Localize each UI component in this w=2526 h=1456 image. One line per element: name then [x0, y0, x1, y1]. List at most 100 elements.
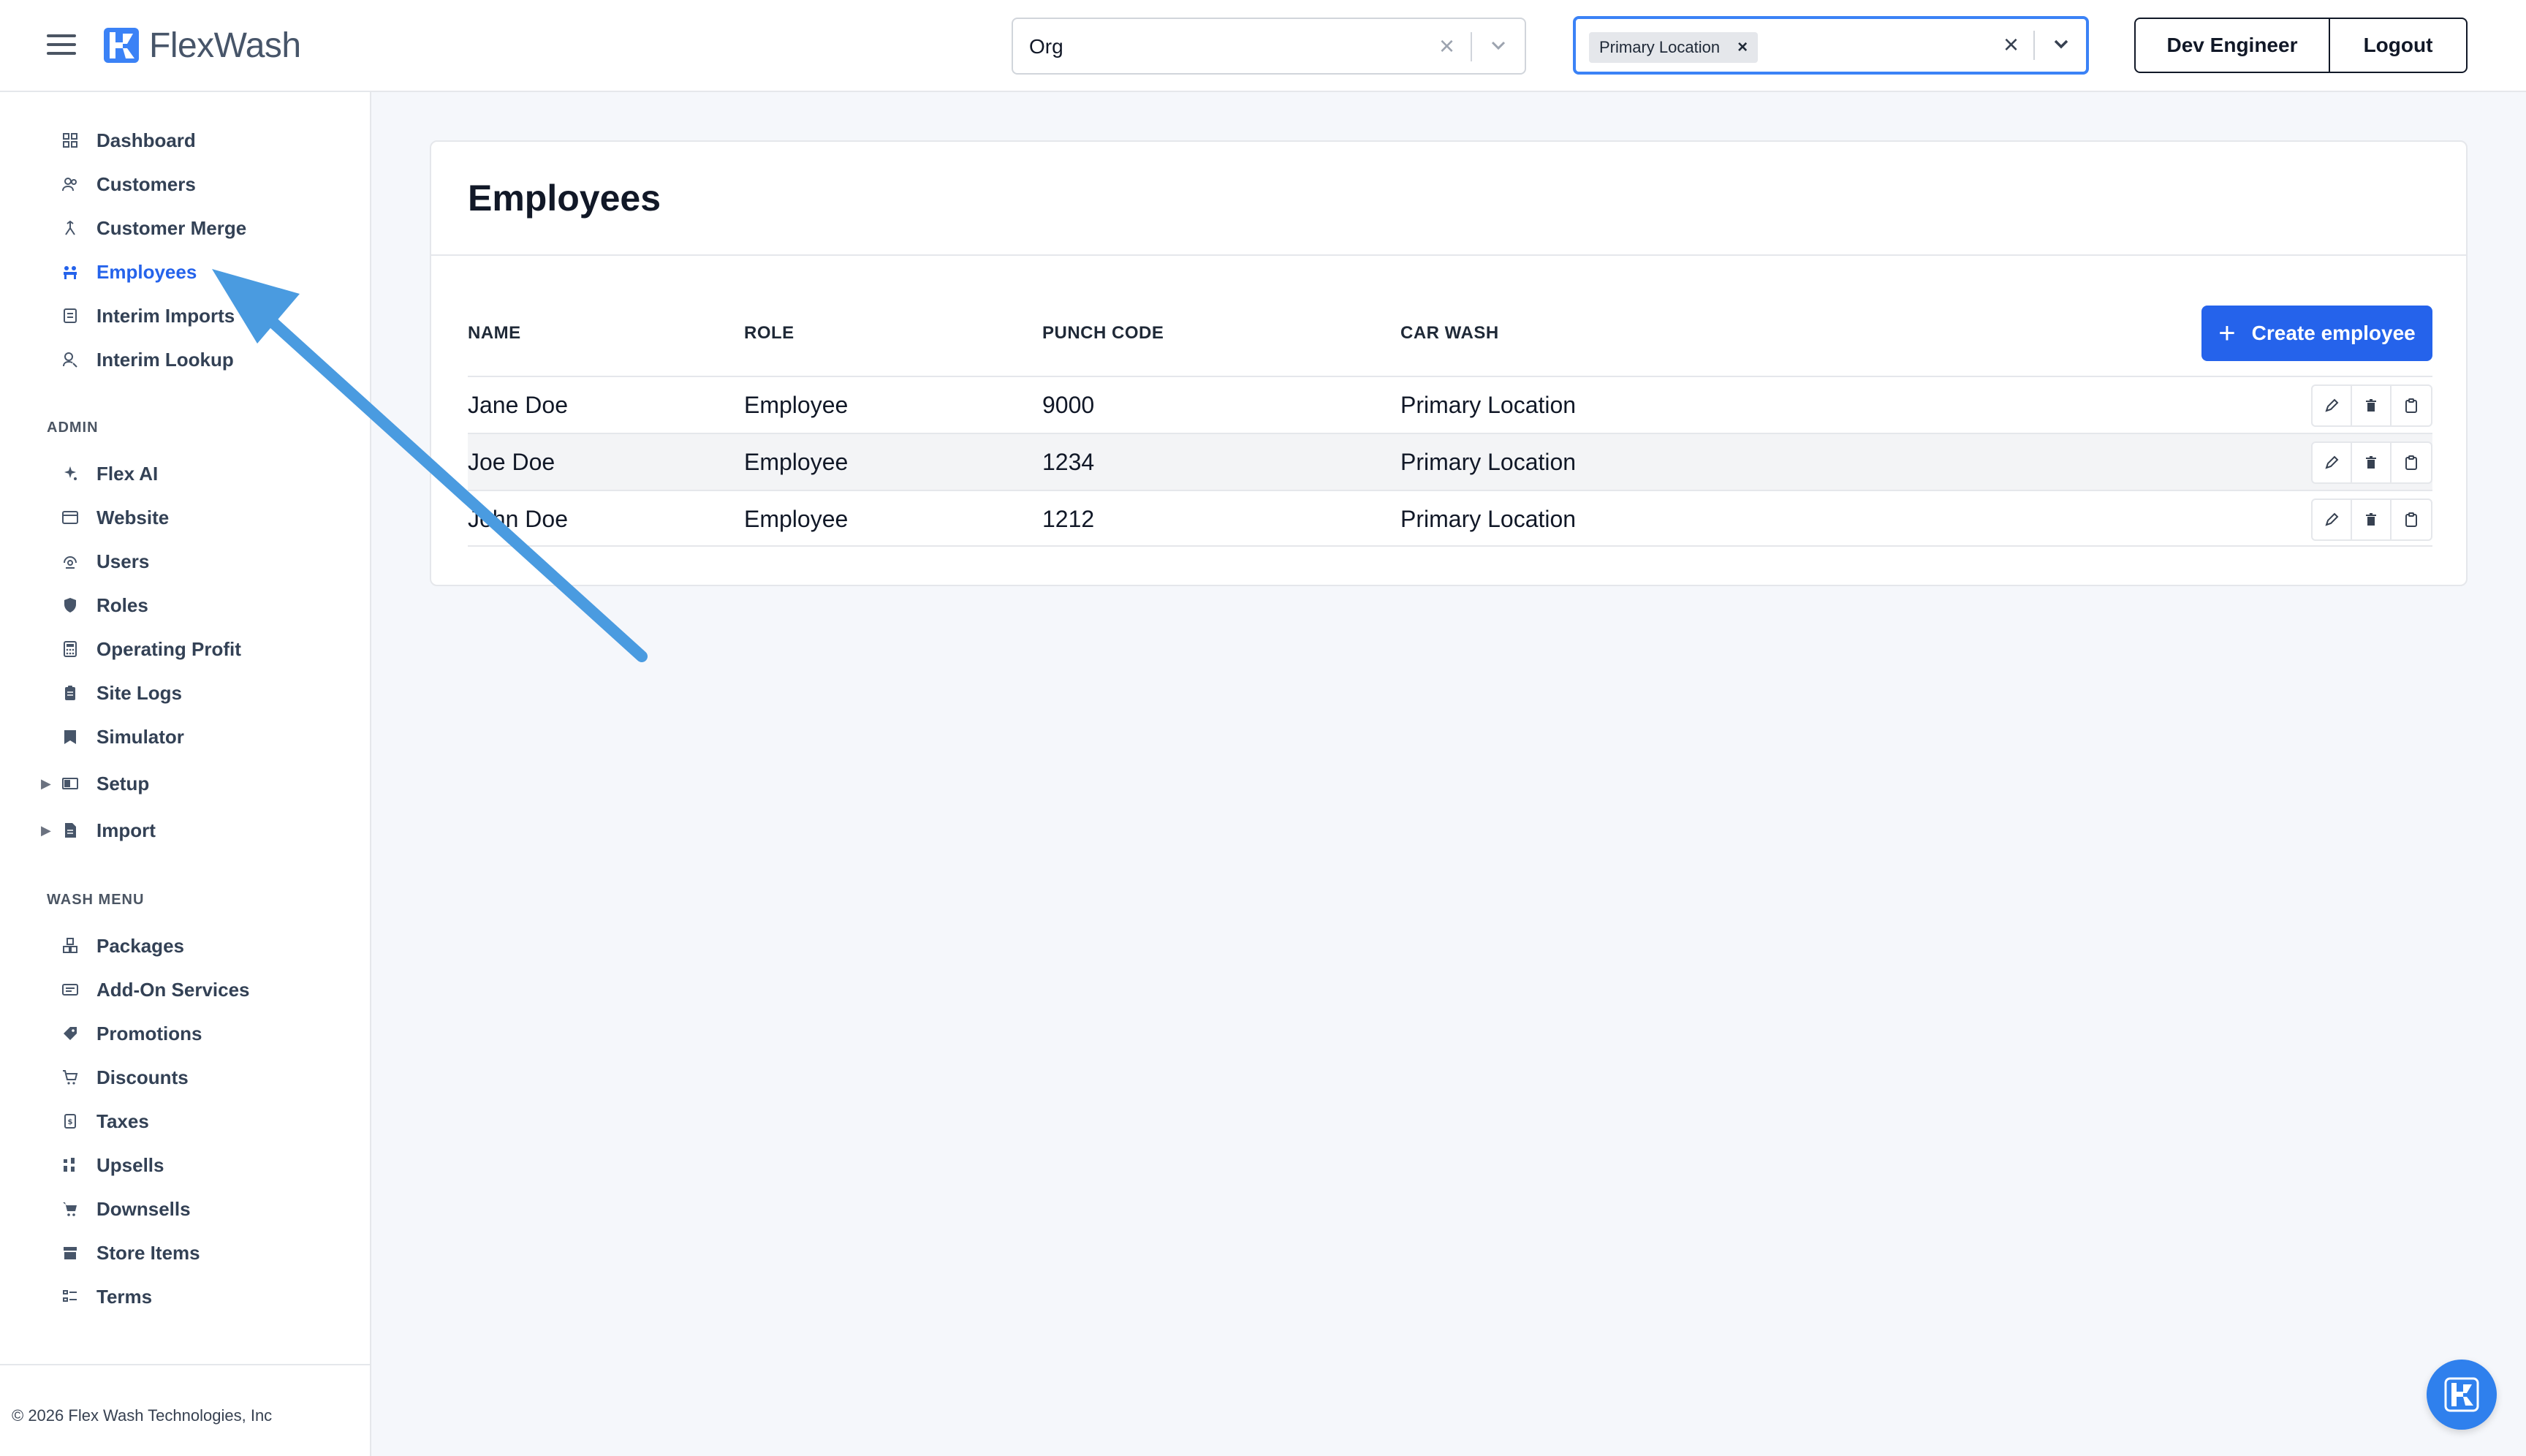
sidebar-item-upsells[interactable]: Upsells: [58, 1148, 164, 1183]
discount-icon: [58, 1066, 82, 1089]
table-row[interactable]: John Doe Employee 1212 Primary Location: [468, 490, 2432, 547]
sidebar-item-employees[interactable]: Employees: [58, 254, 197, 289]
brand-logo[interactable]: FlexWash: [102, 25, 301, 66]
sidebar-item-label: Simulator: [96, 725, 184, 748]
location-chip-remove-icon[interactable]: ×: [1737, 32, 1748, 63]
sidebar-item-label: Flex AI: [96, 462, 159, 485]
copy-button[interactable]: [2392, 386, 2431, 425]
lookup-icon: [58, 348, 82, 371]
plus-icon: +: [2218, 317, 2236, 349]
packages-icon: [58, 934, 82, 958]
cell-car-wash: Primary Location: [1400, 392, 1577, 418]
column-header-role[interactable]: ROLE: [744, 323, 794, 344]
column-header-name[interactable]: NAME: [468, 323, 521, 344]
sidebar: Dashboard Customers Customer Merge Emplo…: [0, 92, 371, 1456]
location-clear-icon[interactable]: ×: [2003, 29, 2019, 60]
caret-right-icon[interactable]: ▶: [41, 776, 51, 792]
sidebar-item-terms[interactable]: Terms: [58, 1279, 152, 1314]
sidebar-item-operating-profit[interactable]: Operating Profit: [58, 632, 241, 667]
sidebar-item-roles[interactable]: Roles: [58, 588, 148, 623]
caret-right-icon[interactable]: ▶: [41, 823, 51, 838]
pencil-icon: [2325, 398, 2339, 412]
edit-button[interactable]: [2313, 500, 2352, 539]
sidebar-item-label: Downsells: [96, 1197, 191, 1220]
column-header-car-wash[interactable]: CAR WASH: [1400, 323, 1499, 344]
sidebar-item-interim-lookup[interactable]: Interim Lookup: [58, 342, 234, 377]
cell-role: Employee: [744, 392, 849, 418]
trash-icon: [2366, 513, 2376, 526]
sidebar-item-packages[interactable]: Packages: [58, 928, 184, 963]
employees-icon: [58, 260, 82, 284]
sidebar-item-website[interactable]: Website: [58, 500, 169, 535]
sidebar-item-users[interactable]: Users: [58, 544, 149, 579]
trash-icon: [2366, 456, 2376, 469]
page-title: Employees: [468, 178, 661, 219]
sidebar-item-label: Promotions: [96, 1022, 202, 1044]
sidebar-item-downsells[interactable]: Downsells: [58, 1191, 191, 1226]
menu-toggle-icon[interactable]: [47, 34, 76, 58]
user-button[interactable]: Dev Engineer: [2134, 18, 2330, 73]
location-select[interactable]: Primary Location × ×: [1573, 16, 2089, 75]
sidebar-footer: © 2026 Flex Wash Technologies, Inc: [0, 1364, 370, 1456]
flexwash-logo-icon: [104, 28, 139, 63]
clipboard-copy-icon: [2405, 398, 2417, 413]
pencil-icon: [2325, 512, 2339, 526]
copy-button[interactable]: [2392, 500, 2431, 539]
brand-name: FlexWash: [149, 26, 301, 65]
location-select-divider: [2033, 31, 2035, 60]
section-label-admin: ADMIN: [47, 420, 99, 436]
edit-button[interactable]: [2313, 386, 2352, 425]
account-buttons: Dev Engineer Logout: [2134, 18, 2468, 73]
sidebar-item-discounts[interactable]: Discounts: [58, 1060, 189, 1095]
edit-button[interactable]: [2313, 443, 2352, 482]
sidebar-item-import[interactable]: ▶ Import: [41, 813, 156, 848]
store-icon: [58, 1241, 82, 1264]
sidebar-item-label: Interim Lookup: [96, 348, 234, 371]
help-chat-button[interactable]: [2427, 1360, 2497, 1430]
column-header-punch-code[interactable]: PUNCH CODE: [1042, 323, 1164, 344]
cell-car-wash: Primary Location: [1400, 449, 1577, 475]
row-actions: [2311, 441, 2432, 484]
location-chip: Primary Location ×: [1589, 32, 1759, 63]
sidebar-item-store-items[interactable]: Store Items: [58, 1235, 200, 1270]
cell-punch-code: 1234: [1042, 449, 1095, 475]
cart-icon: [58, 1197, 82, 1221]
sidebar-item-label: Dashboard: [96, 129, 196, 151]
delete-button[interactable]: [2352, 500, 2392, 539]
sidebar-item-site-logs[interactable]: Site Logs: [58, 675, 182, 710]
copyright-text: © 2026 Flex Wash Technologies, Inc: [12, 1406, 273, 1425]
sidebar-item-add-on-services[interactable]: Add-On Services: [58, 972, 250, 1007]
sidebar-item-setup[interactable]: ▶ Setup: [41, 766, 150, 801]
create-employee-button[interactable]: + Create employee: [2201, 306, 2432, 361]
org-chevron-down-icon[interactable]: [1485, 35, 1512, 57]
table-row[interactable]: Jane Doe Employee 9000 Primary Location: [468, 376, 2432, 433]
delete-button[interactable]: [2352, 386, 2392, 425]
sidebar-item-label: Discounts: [96, 1066, 189, 1088]
org-clear-icon[interactable]: ×: [1439, 31, 1454, 61]
sidebar-item-customer-merge[interactable]: Customer Merge: [58, 211, 246, 246]
cell-name: John Doe: [468, 506, 568, 532]
sidebar-item-taxes[interactable]: $ Taxes: [58, 1104, 149, 1139]
trash-icon: [2366, 399, 2376, 412]
top-header: FlexWash Org × Primary Location × × Dev …: [0, 0, 2526, 92]
tax-icon: $: [58, 1110, 82, 1133]
sidebar-item-customers[interactable]: Customers: [58, 167, 196, 202]
addon-icon: [58, 978, 82, 1001]
location-chevron-down-icon[interactable]: [2048, 34, 2074, 56]
sidebar-item-label: Setup: [96, 772, 150, 795]
sidebar-item-flex-ai[interactable]: Flex AI: [58, 456, 158, 491]
sidebar-item-label: Customers: [96, 172, 196, 195]
sidebar-item-simulator[interactable]: Simulator: [58, 719, 184, 754]
clipboard-icon: [58, 681, 82, 705]
cell-car-wash: Primary Location: [1400, 506, 1577, 532]
org-select[interactable]: Org ×: [1012, 18, 1526, 75]
delete-button[interactable]: [2352, 443, 2392, 482]
table-row[interactable]: Joe Doe Employee 1234 Primary Location: [468, 433, 2432, 490]
copy-button[interactable]: [2392, 443, 2431, 482]
sidebar-item-promotions[interactable]: Promotions: [58, 1016, 202, 1051]
logout-button[interactable]: Logout: [2330, 18, 2468, 73]
cell-name: Joe Doe: [468, 449, 555, 475]
sidebar-item-interim-imports[interactable]: Interim Imports: [58, 298, 235, 333]
sidebar-item-dashboard[interactable]: Dashboard: [58, 123, 196, 158]
cell-punch-code: 1212: [1042, 506, 1095, 532]
